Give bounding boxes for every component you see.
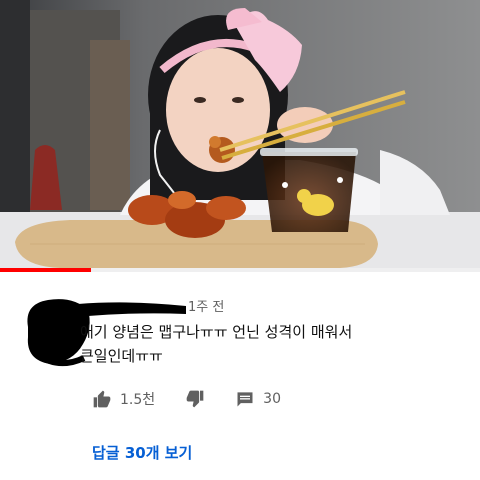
reply-count: 30: [263, 391, 281, 407]
comment-timestamp: 1주 전: [188, 300, 225, 315]
video-frame[interactable]: [0, 0, 480, 272]
view-replies-link[interactable]: 답글 30개 보기: [92, 442, 192, 463]
like-count: 1.5천: [120, 392, 156, 408]
comment-actions: 1.5천 30: [92, 388, 281, 410]
comment-icon[interactable]: [235, 389, 255, 409]
thumbs-down-icon[interactable]: [185, 389, 205, 409]
comment-text: 애기 양념은 맵구나ㅠㅠ 언닌 성격이 매워서 큰일인데ㅠㅠ: [80, 323, 353, 365]
thumbs-up-icon[interactable]: [92, 389, 112, 409]
video-scene: [0, 0, 480, 272]
comment: 1주 전 애기 양념은 맵구나ㅠㅠ 언닌 성격이 매워서 큰일인데ㅠㅠ 1.5천…: [0, 272, 480, 480]
